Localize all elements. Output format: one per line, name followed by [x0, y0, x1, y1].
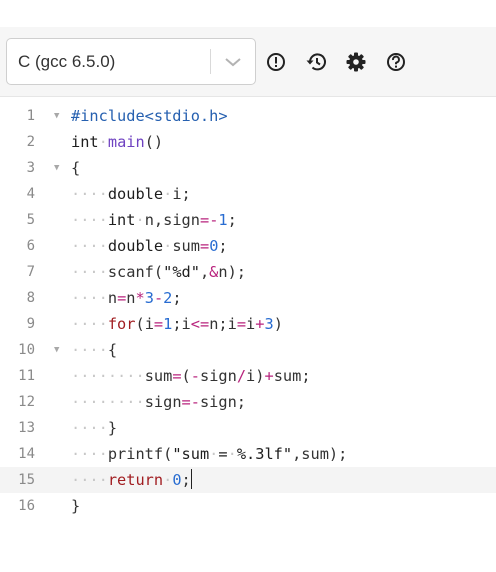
code-line: 8 ····n=n*3-2; — [0, 285, 496, 311]
line-number: 7 — [26, 264, 35, 280]
line-number: 1 — [26, 108, 35, 124]
gear-icon[interactable] — [345, 51, 367, 73]
line-content: int·main() — [71, 133, 164, 151]
line-number: 16 — [18, 498, 35, 514]
fold-arrow-icon[interactable]: ▼ — [54, 103, 59, 129]
code-line: 11 ········sum=(-sign/i)+sum; — [0, 363, 496, 389]
line-number: 4 — [26, 186, 35, 202]
fold-arrow-icon[interactable]: ▼ — [54, 155, 59, 181]
line-number: 2 — [26, 134, 35, 150]
line-content: ····n=n*3-2; — [71, 289, 182, 307]
line-content: ····int·n,sign=-1; — [71, 211, 237, 229]
line-number: 10 — [18, 342, 35, 358]
line-number: 3 — [26, 160, 35, 176]
line-content: ····printf("sum·=·%.3lf",sum); — [71, 445, 348, 463]
code-editor[interactable]: 1 ▼ #include<stdio.h> 2 int·main() 3 ▼ {… — [0, 98, 496, 572]
code-line: 14 ····printf("sum·=·%.3lf",sum); — [0, 441, 496, 467]
line-number: 13 — [18, 420, 35, 436]
line-number: 15 — [18, 472, 35, 488]
editor-toolbar: C (gcc 6.5.0) — [0, 27, 496, 97]
line-content: ····} — [71, 419, 118, 437]
code-line: 13 ····} — [0, 415, 496, 441]
line-content: ········sign=-sign; — [71, 393, 247, 411]
history-icon[interactable] — [305, 51, 327, 73]
code-line: 7 ····scanf("%d",&n); — [0, 259, 496, 285]
info-icon[interactable] — [265, 51, 287, 73]
code-line: 9 ····for(i=1;i<=n;i=i+3) — [0, 311, 496, 337]
code-line: 16 } — [0, 493, 496, 519]
code-line: 1 ▼ #include<stdio.h> — [0, 103, 496, 129]
line-content: ········sum=(-sign/i)+sum; — [71, 367, 311, 385]
code-line: 4 ····double·i; — [0, 181, 496, 207]
line-number: 11 — [18, 368, 35, 384]
text-cursor — [190, 469, 192, 489]
line-content: { — [71, 159, 81, 177]
language-select[interactable]: C (gcc 6.5.0) — [6, 38, 256, 85]
code-line: 2 int·main() — [0, 129, 496, 155]
code-line: 12 ········sign=-sign; — [0, 389, 496, 415]
code-line: 10 ▼ ····{ — [0, 337, 496, 363]
code-line: 5 ····int·n,sign=-1; — [0, 207, 496, 233]
line-content: #include<stdio.h> — [71, 107, 228, 125]
line-content: ····for(i=1;i<=n;i=i+3) — [71, 315, 283, 333]
line-content: ····scanf("%d",&n); — [71, 263, 247, 281]
line-number: 8 — [26, 290, 35, 306]
line-content: ····{ — [71, 341, 118, 359]
chevron-down-icon[interactable] — [223, 53, 243, 71]
line-content: ····double·sum=0; — [71, 237, 228, 255]
line-number: 12 — [18, 394, 35, 410]
fold-arrow-icon[interactable]: ▼ — [54, 337, 59, 363]
line-number: 5 — [26, 212, 35, 228]
line-number: 14 — [18, 446, 35, 462]
line-number: 9 — [26, 316, 35, 332]
code-line-active: 15 ····return·0; — [0, 467, 496, 493]
line-content: ····double·i; — [71, 185, 191, 203]
top-strip — [0, 0, 496, 27]
help-icon[interactable] — [385, 51, 407, 73]
code-line: 6 ····double·sum=0; — [0, 233, 496, 259]
line-content: ····return·0; — [71, 469, 192, 489]
select-divider — [210, 49, 211, 74]
code-line: 3 ▼ { — [0, 155, 496, 181]
line-content: } — [71, 497, 81, 515]
line-number: 6 — [26, 238, 35, 254]
language-select-value: C (gcc 6.5.0) — [18, 52, 116, 71]
